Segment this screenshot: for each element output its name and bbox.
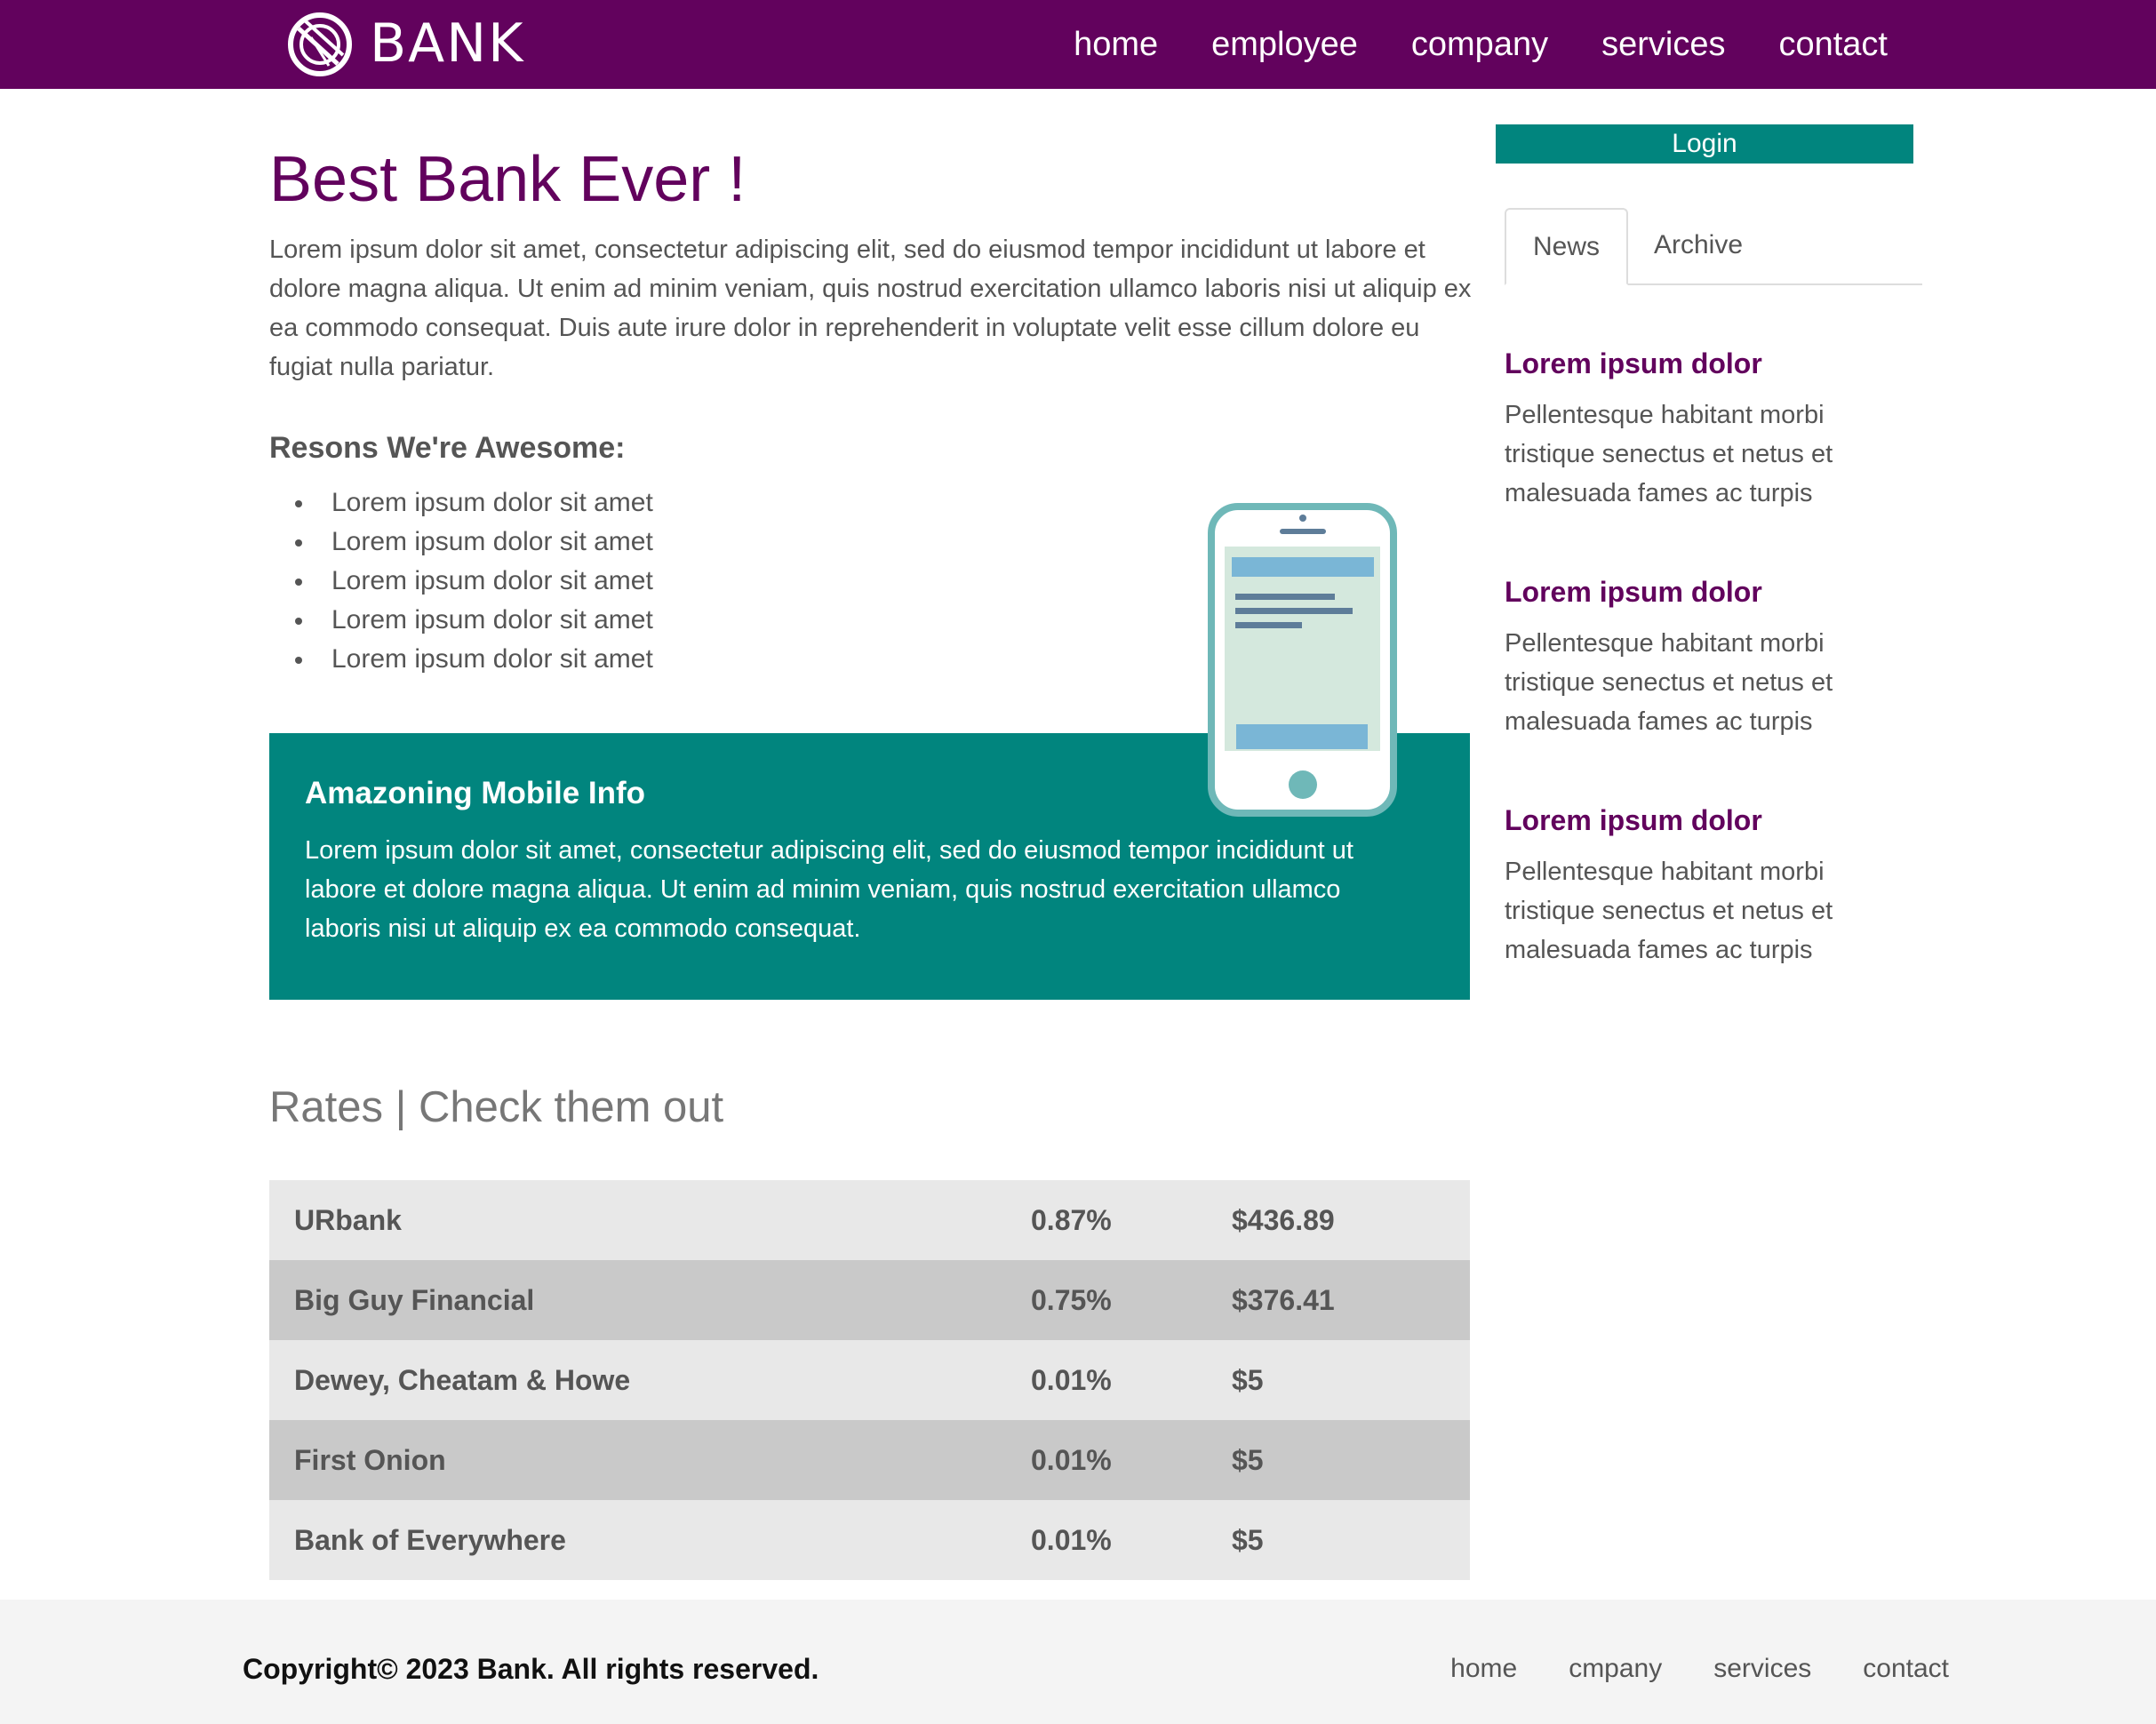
footer-nav: home cmpany services contact (1450, 1647, 1949, 1691)
table-row: Bank of Everywhere 0.01% $5 (269, 1500, 1470, 1580)
rate-cell: 0.01% (1031, 1443, 1112, 1476)
news-item-title[interactable]: Lorem ipsum dolor (1505, 801, 1896, 840)
bank-name-cell: Bank of Everywhere (294, 1523, 566, 1556)
table-row: Big Guy Financial 0.75% $376.41 (269, 1260, 1470, 1340)
rate-cell: 0.01% (1031, 1363, 1112, 1396)
news-item: Lorem ipsum dolor Pellentesque habitant … (1505, 344, 1896, 513)
bank-logo-icon (286, 11, 354, 78)
logo-link[interactable]: BANK (286, 11, 524, 77)
tab-archive[interactable]: Archive (1647, 208, 1750, 285)
news-item-text: Pellentesque habitant morbi tristique se… (1505, 629, 1833, 736)
reasons-list: Lorem ipsum dolor sit amet Lorem ipsum d… (293, 483, 653, 679)
amount-cell: $5 (1232, 1443, 1264, 1476)
amount-cell: $5 (1232, 1363, 1264, 1396)
copyright-text: Copyright© 2023 Bank. All rights reserve… (243, 1653, 819, 1685)
news-item: Lorem ipsum dolor Pellentesque habitant … (1505, 801, 1896, 970)
amount-cell: $436.89 (1232, 1203, 1335, 1236)
bank-name-cell: Big Guy Financial (294, 1283, 535, 1316)
reasons-heading: Resons We're Awesome: (269, 431, 626, 465)
bank-name-cell: First Onion (294, 1443, 446, 1476)
nav-home[interactable]: home (1074, 26, 1158, 64)
main-nav: home employee company services contact (1074, 0, 1888, 89)
page-title: Best Bank Ever ! (269, 144, 747, 215)
nav-services[interactable]: services (1601, 26, 1725, 64)
footer-nav-contact[interactable]: contact (1863, 1654, 1949, 1684)
table-row: URbank 0.87% $436.89 (269, 1180, 1470, 1260)
news-item-text: Pellentesque habitant morbi tristique se… (1505, 858, 1833, 964)
login-button[interactable]: Login (1496, 124, 1913, 164)
site-header: BANK home employee company services cont… (0, 0, 2156, 89)
mobile-info-text: Lorem ipsum dolor sit amet, consectetur … (305, 836, 1353, 943)
bank-name-cell: URbank (294, 1203, 402, 1236)
rate-cell: 0.75% (1031, 1283, 1112, 1316)
nav-company[interactable]: company (1411, 26, 1548, 64)
table-row: Dewey, Cheatam & Howe 0.01% $5 (269, 1340, 1470, 1420)
footer-nav-company[interactable]: cmpany (1569, 1654, 1662, 1684)
list-item: Lorem ipsum dolor sit amet (293, 601, 653, 640)
list-item: Lorem ipsum dolor sit amet (293, 562, 653, 601)
list-item: Lorem ipsum dolor sit amet (293, 523, 653, 562)
smartphone-icon (1207, 502, 1398, 818)
news-tabs: News Archive (1505, 208, 1922, 285)
bank-name-cell: Dewey, Cheatam & Howe (294, 1363, 631, 1396)
rates-heading: Rates | Check them out (269, 1083, 724, 1131)
nav-contact[interactable]: contact (1778, 26, 1888, 64)
rate-cell: 0.87% (1031, 1203, 1112, 1236)
nav-employee[interactable]: employee (1211, 26, 1358, 64)
amount-cell: $376.41 (1232, 1283, 1335, 1316)
list-item: Lorem ipsum dolor sit amet (293, 640, 653, 679)
brand-name: BANK (370, 12, 525, 75)
amount-cell: $5 (1232, 1523, 1264, 1556)
rate-cell: 0.01% (1031, 1523, 1112, 1556)
mobile-info-title: Amazoning Mobile Info (305, 776, 646, 810)
rates-table: URbank 0.87% $436.89 Big Guy Financial 0… (269, 1180, 1470, 1580)
tab-news[interactable]: News (1505, 208, 1628, 285)
footer-nav-services[interactable]: services (1713, 1654, 1811, 1684)
intro-paragraph: Lorem ipsum dolor sit amet, consectetur … (269, 235, 1472, 381)
list-item: Lorem ipsum dolor sit amet (293, 483, 653, 523)
news-item-title[interactable]: Lorem ipsum dolor (1505, 572, 1896, 611)
news-item-text: Pellentesque habitant morbi tristique se… (1505, 401, 1833, 507)
news-item: Lorem ipsum dolor Pellentesque habitant … (1505, 572, 1896, 741)
footer-nav-home[interactable]: home (1450, 1654, 1517, 1684)
news-item-title[interactable]: Lorem ipsum dolor (1505, 344, 1896, 383)
table-row: First Onion 0.01% $5 (269, 1420, 1470, 1500)
site-footer: Copyright© 2023 Bank. All rights reserve… (0, 1600, 2156, 1724)
